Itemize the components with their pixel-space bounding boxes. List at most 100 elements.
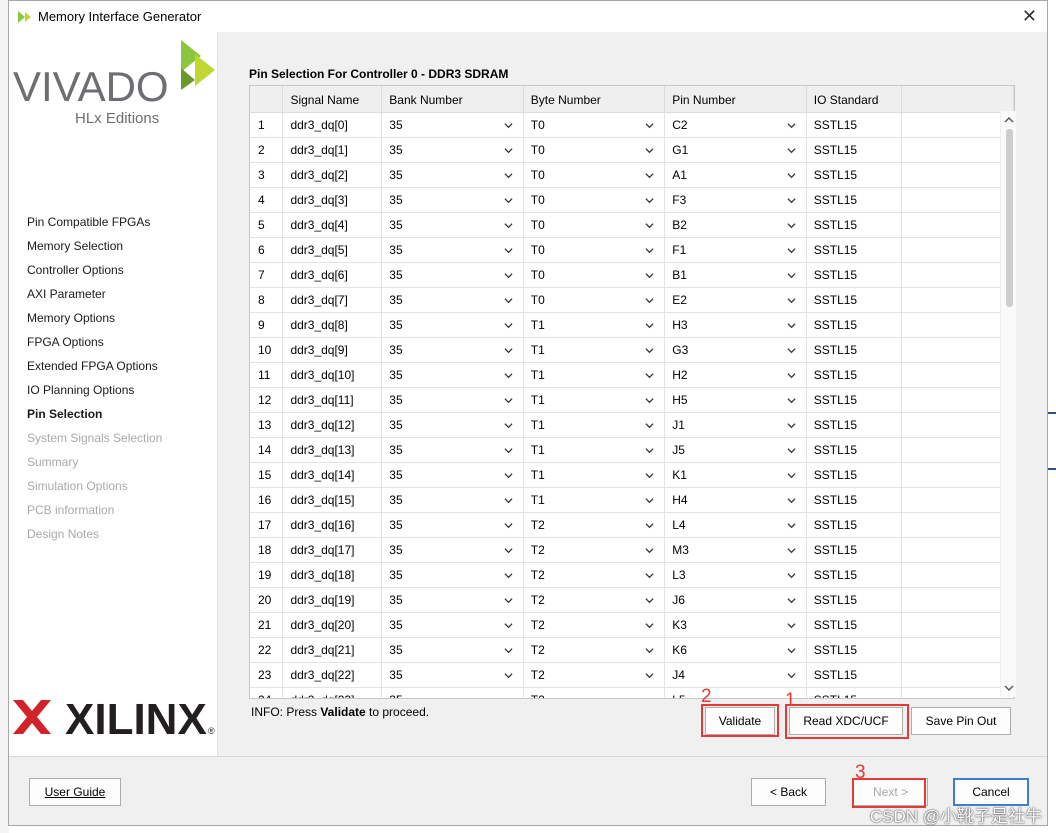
chevron-down-icon[interactable] [645,646,654,655]
byte-number-dropdown[interactable]: T0 [523,187,666,213]
scroll-up-icon[interactable] [1004,115,1014,125]
byte-number-dropdown[interactable]: T1 [523,462,666,488]
back-button[interactable]: < Back [751,778,826,806]
chevron-down-icon[interactable] [645,571,654,580]
bank-number-dropdown[interactable]: 35 [381,462,524,488]
byte-number-dropdown[interactable]: T0 [523,212,666,238]
bank-number-dropdown[interactable]: 35 [381,237,524,263]
pin-number-dropdown[interactable]: F1 [664,237,807,263]
chevron-down-icon[interactable] [645,671,654,680]
chevron-down-icon[interactable] [504,121,513,130]
chevron-down-icon[interactable] [504,496,513,505]
bank-number-dropdown[interactable]: 35 [381,337,524,363]
chevron-down-icon[interactable] [504,171,513,180]
chevron-down-icon[interactable] [787,546,796,555]
byte-number-dropdown[interactable]: T1 [523,312,666,338]
chevron-down-icon[interactable] [645,146,654,155]
pin-number-dropdown[interactable]: H4 [664,487,807,513]
chevron-down-icon[interactable] [787,396,796,405]
pin-number-dropdown[interactable]: J4 [664,662,807,688]
chevron-down-icon[interactable] [787,571,796,580]
byte-number-dropdown[interactable]: T1 [523,387,666,413]
pin-number-dropdown[interactable]: M3 [664,537,807,563]
pin-number-dropdown[interactable]: K6 [664,637,807,663]
chevron-down-icon[interactable] [645,346,654,355]
bank-number-dropdown[interactable]: 35 [381,412,524,438]
chevron-down-icon[interactable] [645,371,654,380]
byte-number-dropdown[interactable]: T0 [523,237,666,263]
table-row[interactable]: 5 ddr3_dq[4] 35 T0 B2 SSTL15 [250,212,1014,238]
chevron-down-icon[interactable] [645,596,654,605]
chevron-down-icon[interactable] [787,196,796,205]
table-row[interactable]: 3 ddr3_dq[2] 35 T0 A1 SSTL15 [250,162,1014,188]
table-row[interactable]: 21 ddr3_dq[20] 35 T2 K3 SSTL15 [250,612,1014,638]
pin-number-dropdown[interactable]: F3 [664,187,807,213]
table-row[interactable]: 11 ddr3_dq[10] 35 T1 H2 SSTL15 [250,362,1014,388]
table-row[interactable]: 4 ddr3_dq[3] 35 T0 F3 SSTL15 [250,187,1014,213]
bank-number-dropdown[interactable]: 35 [381,687,524,698]
chevron-down-icon[interactable] [645,221,654,230]
byte-number-dropdown[interactable]: T0 [523,262,666,288]
bank-number-dropdown[interactable]: 35 [381,537,524,563]
chevron-down-icon[interactable] [787,471,796,480]
bank-number-dropdown[interactable]: 35 [381,487,524,513]
table-row[interactable]: 16 ddr3_dq[15] 35 T1 H4 SSTL15 [250,487,1014,513]
chevron-down-icon[interactable] [504,346,513,355]
close-icon[interactable]: ✕ [1022,7,1037,25]
table-row[interactable]: 7 ddr3_dq[6] 35 T0 B1 SSTL15 [250,262,1014,288]
table-row[interactable]: 15 ddr3_dq[14] 35 T1 K1 SSTL15 [250,462,1014,488]
chevron-down-icon[interactable] [787,521,796,530]
byte-number-dropdown[interactable]: T0 [523,137,666,163]
pin-number-dropdown[interactable]: K3 [664,612,807,638]
byte-number-dropdown[interactable]: T2 [523,662,666,688]
chevron-down-icon[interactable] [787,271,796,280]
byte-number-dropdown[interactable]: T1 [523,437,666,463]
chevron-down-icon[interactable] [645,521,654,530]
byte-number-dropdown[interactable]: T1 [523,487,666,513]
wizard-step-memory-selection[interactable]: Memory Selection [27,237,162,261]
bank-number-dropdown[interactable]: 35 [381,212,524,238]
bank-number-dropdown[interactable]: 35 [381,662,524,688]
bank-number-dropdown[interactable]: 35 [381,287,524,313]
wizard-step-pin-selection[interactable]: Pin Selection [27,405,162,429]
bank-number-dropdown[interactable]: 35 [381,312,524,338]
chevron-down-icon[interactable] [645,421,654,430]
chevron-down-icon[interactable] [645,321,654,330]
bank-number-dropdown[interactable]: 35 [381,562,524,588]
chevron-down-icon[interactable] [787,646,796,655]
byte-number-dropdown[interactable]: T1 [523,337,666,363]
byte-number-dropdown[interactable]: T2 [523,687,666,698]
pin-number-dropdown[interactable]: J1 [664,412,807,438]
chevron-down-icon[interactable] [787,596,796,605]
byte-number-dropdown[interactable]: T2 [523,537,666,563]
wizard-step-fpga-options[interactable]: FPGA Options [27,333,162,357]
chevron-down-icon[interactable] [787,346,796,355]
chevron-down-icon[interactable] [504,571,513,580]
pin-number-dropdown[interactable]: H3 [664,312,807,338]
byte-number-dropdown[interactable]: T0 [523,287,666,313]
table-row[interactable]: 18 ddr3_dq[17] 35 T2 M3 SSTL15 [250,537,1014,563]
byte-number-dropdown[interactable]: T1 [523,362,666,388]
table-row[interactable]: 20 ddr3_dq[19] 35 T2 J6 SSTL15 [250,587,1014,613]
chevron-down-icon[interactable] [645,471,654,480]
table-row[interactable]: 14 ddr3_dq[13] 35 T1 J5 SSTL15 [250,437,1014,463]
table-row[interactable]: 19 ddr3_dq[18] 35 T2 L3 SSTL15 [250,562,1014,588]
wizard-step-pin-compatible-fpgas[interactable]: Pin Compatible FPGAs [27,213,162,237]
bank-number-dropdown[interactable]: 35 [381,637,524,663]
byte-number-dropdown[interactable]: T0 [523,162,666,188]
chevron-down-icon[interactable] [645,121,654,130]
chevron-down-icon[interactable] [504,446,513,455]
table-row[interactable]: 2 ddr3_dq[1] 35 T0 G1 SSTL15 [250,137,1014,163]
table-row[interactable]: 22 ddr3_dq[21] 35 T2 K6 SSTL15 [250,637,1014,663]
wizard-step-axi-parameter[interactable]: AXI Parameter [27,285,162,309]
table-row[interactable]: 9 ddr3_dq[8] 35 T1 H3 SSTL15 [250,312,1014,338]
table-row[interactable]: 17 ddr3_dq[16] 35 T2 L4 SSTL15 [250,512,1014,538]
chevron-down-icon[interactable] [504,221,513,230]
column-header[interactable] [250,86,284,113]
wizard-step-extended-fpga-options[interactable]: Extended FPGA Options [27,357,162,381]
chevron-down-icon[interactable] [504,596,513,605]
byte-number-dropdown[interactable]: T2 [523,612,666,638]
table-row[interactable]: 1 ddr3_dq[0] 35 T0 C2 SSTL15 [250,112,1014,138]
bank-number-dropdown[interactable]: 35 [381,612,524,638]
bank-number-dropdown[interactable]: 35 [381,112,524,138]
